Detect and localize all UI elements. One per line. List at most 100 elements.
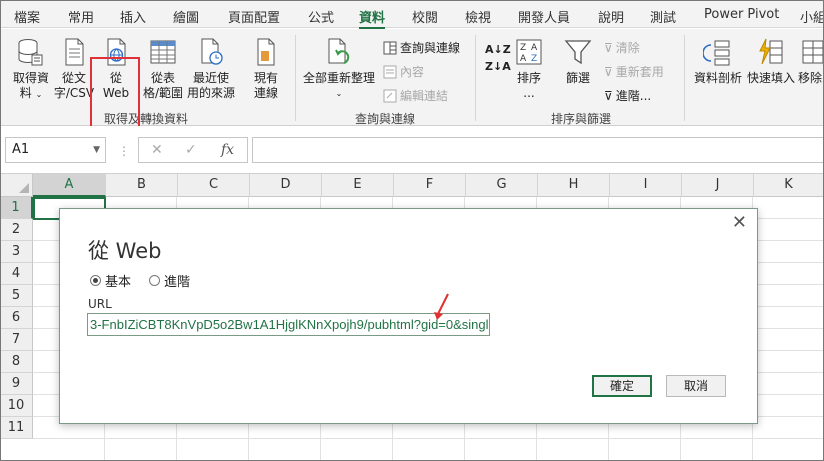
flash-fill-icon — [759, 38, 783, 65]
filter-label: 篩選 — [565, 71, 590, 85]
url-input[interactable]: 3-FnbIZiCBT8KnVpD5o2Bw1A1HjglKNnXpojh9/p… — [87, 313, 490, 336]
filter-button[interactable]: 篩選 — [560, 37, 596, 86]
column-header-j[interactable]: J — [682, 174, 754, 197]
recent-file-icon — [201, 38, 223, 65]
column-header-h[interactable]: H — [538, 174, 610, 197]
tab-home[interactable]: 常用 — [68, 7, 94, 26]
row-header-2[interactable]: 2 — [0, 219, 33, 241]
reapply-icon: ⊽ — [604, 64, 613, 79]
tab-power-pivot[interactable]: Power Pivot — [704, 7, 779, 22]
radio-advanced[interactable]: 進階 — [149, 271, 190, 290]
from-table-button[interactable]: 從表 格/範圍 — [140, 37, 186, 101]
insert-function-icon[interactable]: fx — [221, 142, 234, 158]
text-to-columns-button[interactable]: 資料剖析 — [692, 37, 744, 86]
properties-icon — [383, 65, 397, 78]
tab-data[interactable]: 資料 — [359, 7, 386, 30]
row-header-10[interactable]: 10 — [0, 395, 33, 417]
column-header-e[interactable]: E — [322, 174, 394, 197]
column-header-d[interactable]: D — [250, 174, 322, 197]
sort-button[interactable]: Z A A Z 排序 ... — [510, 37, 548, 101]
tab-insert[interactable]: 插入 — [120, 7, 146, 26]
remove-duplicates-button[interactable]: 移除 — [798, 37, 824, 86]
tab-help[interactable]: 說明 — [598, 7, 624, 26]
drag-handle-icon[interactable]: ⋮ — [118, 144, 130, 158]
sort-az-button[interactable]: A↓Z Z↓A — [485, 43, 511, 73]
tab-draw[interactable]: 繪圖 — [173, 7, 199, 26]
select-all-corner[interactable] — [0, 174, 33, 197]
cancel-button[interactable]: 取消 — [666, 375, 726, 397]
column-header-i[interactable]: I — [610, 174, 682, 197]
cancel-icon[interactable]: ✕ — [151, 142, 163, 158]
flash-fill-button[interactable]: 快速填入 — [746, 37, 796, 86]
group-separator — [295, 35, 296, 121]
row-header-6[interactable]: 6 — [0, 307, 33, 329]
reapply-button[interactable]: ⊽ 重新套用 — [604, 63, 664, 80]
tab-review[interactable]: 校閱 — [412, 7, 438, 26]
tab-file[interactable]: 檔案 — [14, 7, 40, 26]
row-header-9[interactable]: 9 — [0, 373, 33, 395]
svg-text:A: A — [520, 54, 527, 64]
column-header-a[interactable]: A — [33, 174, 106, 197]
url-label: URL — [88, 297, 112, 311]
radio-basic[interactable]: 基本 — [90, 271, 131, 290]
column-header-g[interactable]: G — [466, 174, 538, 197]
formula-bar: A1 ▼ ⋮ ✕ ✓ fx — [0, 126, 824, 174]
tab-test[interactable]: 測試 — [650, 7, 676, 26]
clear-filter-label: 清除 — [615, 41, 640, 55]
row-header-7[interactable]: 7 — [0, 329, 33, 351]
advanced-filter-button[interactable]: ⊽ 進階... — [604, 87, 651, 104]
chevron-down-icon: ⌄ — [335, 89, 343, 98]
group-label-queries-connections: 查詢與連線 — [355, 112, 416, 126]
from-web-highlight-box — [90, 57, 140, 131]
radio-unselected-icon — [149, 275, 161, 286]
svg-text:A: A — [531, 43, 538, 53]
chevron-down-icon[interactable]: ▼ — [93, 145, 100, 155]
tab-team[interactable]: 小組 — [800, 7, 824, 26]
existing-connections-button[interactable]: 現有 連線 — [248, 37, 284, 101]
formula-input[interactable] — [252, 137, 824, 163]
svg-text:Z: Z — [520, 43, 526, 53]
flash-fill-label: 快速填入 — [746, 71, 795, 85]
radio-basic-label: 基本 — [105, 275, 132, 290]
from-web-dialog: 從 Web ✕ 基本 進階 URL 3-FnbIZiCBT8KnVpD5o2Bw… — [59, 208, 758, 424]
formula-buttons: ✕ ✓ fx — [138, 137, 248, 163]
sort-ascending-icon: A↓Z — [485, 43, 511, 56]
queries-connections-label: 查詢與連線 — [400, 41, 461, 55]
queries-pane-icon — [383, 41, 397, 54]
recent-sources-button[interactable]: 最近使 用的來源 — [186, 37, 236, 101]
tab-formulas[interactable]: 公式 — [308, 7, 334, 26]
get-data-button[interactable]: 取得資 料 ⌄ — [8, 37, 54, 102]
ok-button[interactable]: 確定 — [592, 375, 652, 397]
get-data-label-1: 取得資 — [12, 71, 49, 85]
row-header-4[interactable]: 4 — [0, 263, 33, 285]
annotation-arrow-icon — [434, 293, 449, 320]
column-header-f[interactable]: F — [394, 174, 466, 197]
column-header-b[interactable]: B — [106, 174, 178, 197]
column-header-c[interactable]: C — [178, 174, 250, 197]
existing-connections-label-2: 連線 — [253, 86, 278, 100]
from-table-label-1: 從表 — [150, 71, 175, 85]
row-header-1[interactable]: 1 — [0, 197, 33, 219]
queries-connections-button[interactable]: 查詢與連線 — [383, 39, 460, 56]
enter-icon[interactable]: ✓ — [185, 142, 197, 158]
close-icon[interactable]: ✕ — [732, 212, 747, 233]
row-header-8[interactable]: 8 — [0, 351, 33, 373]
recent-sources-label-2: 用的來源 — [186, 86, 235, 100]
column-header-k[interactable]: K — [754, 174, 824, 197]
chevron-down-icon: ⌄ — [35, 90, 43, 99]
row-header-11[interactable]: 11 — [0, 417, 33, 439]
properties-button[interactable]: 內容 — [383, 63, 424, 80]
refresh-all-button[interactable]: 全部重新整理 ⌄ — [302, 37, 376, 101]
ribbon: 取得資 料 ⌄ 從文 字/CSV 從 Web 從表 格/範圍 最近使 用的來源 … — [0, 29, 824, 131]
clear-filter-button[interactable]: ⊽ 清除 — [604, 39, 640, 56]
name-box[interactable]: A1 ▼ — [5, 137, 106, 163]
get-data-label-2: 料 ⌄ — [19, 86, 43, 100]
tab-view[interactable]: 檢視 — [465, 7, 491, 26]
radio-advanced-label: 進階 — [164, 275, 191, 290]
edit-links-button[interactable]: 編輯連結 — [383, 87, 448, 104]
row-header-3[interactable]: 3 — [0, 241, 33, 263]
tab-developer[interactable]: 開發人員 — [518, 7, 570, 26]
name-box-value: A1 — [12, 142, 30, 157]
row-header-5[interactable]: 5 — [0, 285, 33, 307]
tab-page-layout[interactable]: 頁面配置 — [228, 7, 280, 26]
